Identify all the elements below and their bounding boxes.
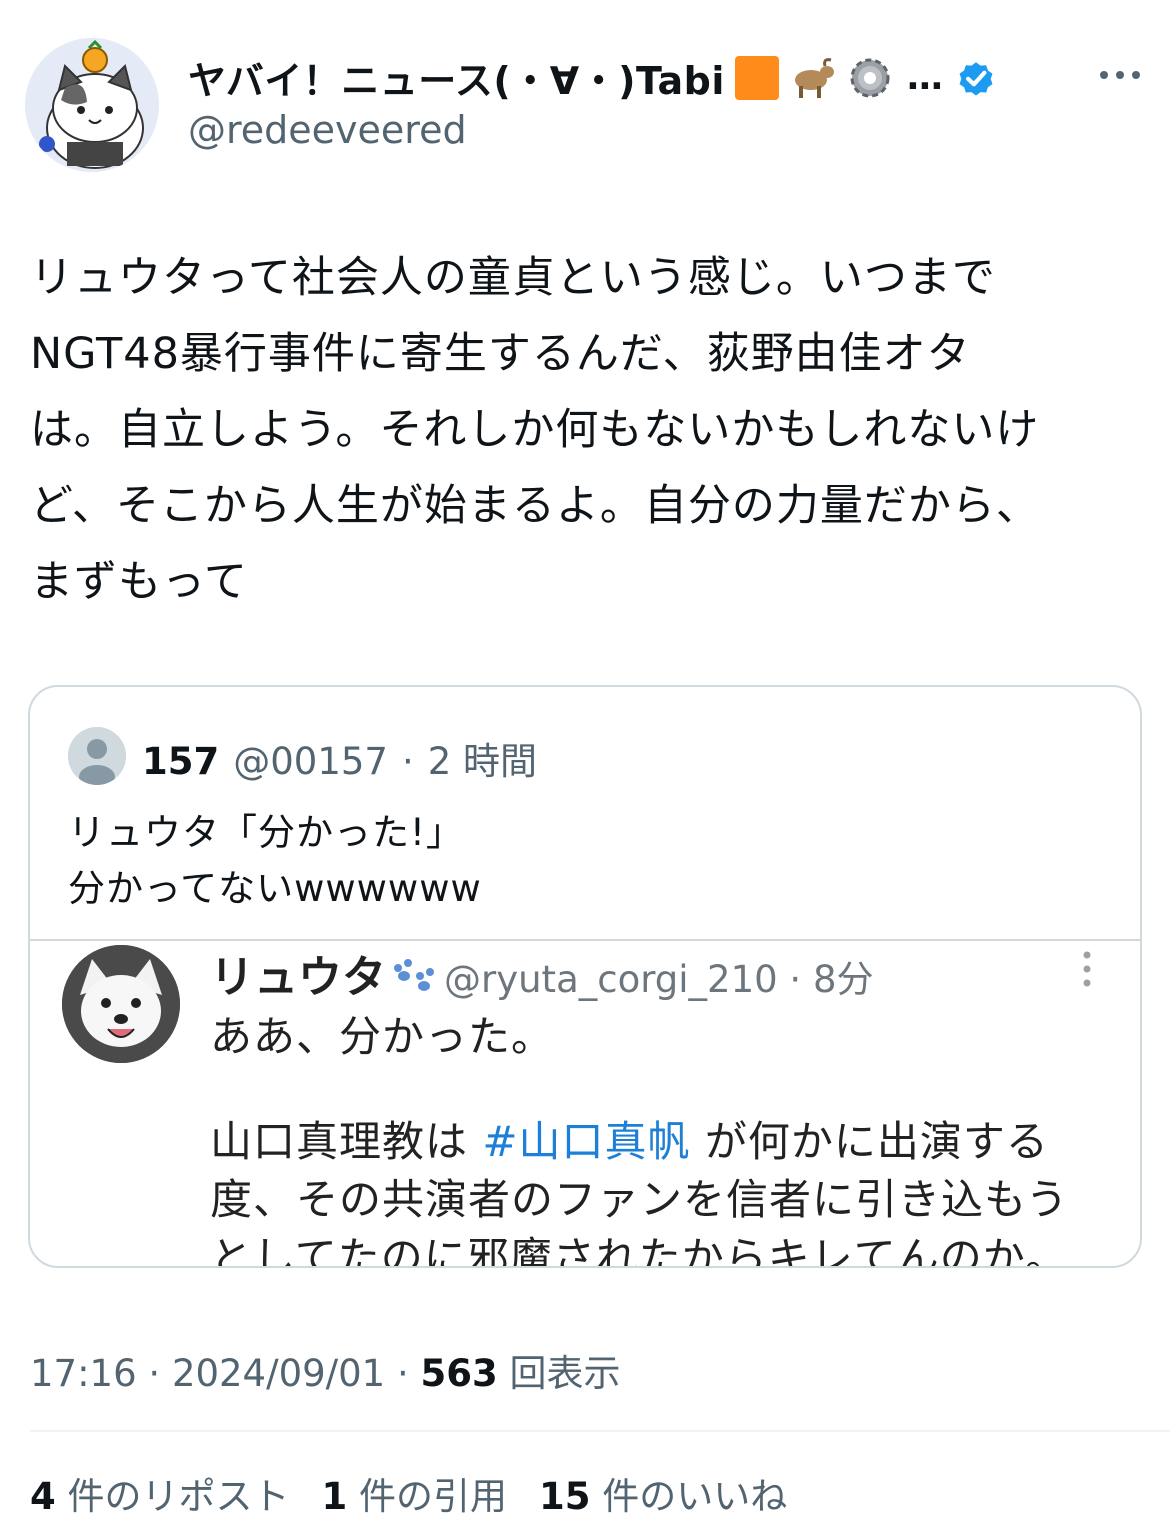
gear-icon — [850, 58, 890, 97]
goat-icon — [794, 57, 834, 98]
embedded-para-line3: としてたのに邪魔されたからキレてんのか。 — [210, 1233, 1068, 1268]
tweet-detail-page: ヤバイ！ニュース(・∀・)Tabi … @redeeveered リュウタって社… — [0, 0, 1170, 1525]
author-display-name[interactable]: ヤバイ！ニュース(・∀・)Tabi — [188, 50, 725, 105]
quoted-author-avatar[interactable] — [68, 727, 126, 785]
likes-label: 件のいいね — [590, 1475, 788, 1518]
likes-stat[interactable]: 15 件のいいね — [539, 1466, 787, 1520]
reposts-stat[interactable]: 4 件のリポスト — [30, 1466, 290, 1520]
name-emoji-group: … — [734, 53, 943, 103]
view-label: 回表示 — [497, 1352, 621, 1395]
divider — [30, 1430, 1170, 1432]
quoted-author-name[interactable]: 157 — [142, 740, 219, 783]
embedded-author-name: リュウタ — [210, 952, 386, 1003]
embedded-para-line1: 山口真理教は #山口真帆 が何かに出演する — [210, 1113, 1069, 1171]
author-handle[interactable]: @redeeveered — [188, 108, 467, 152]
embedded-author-handle: @ryuta_corgi_210 · 8分 — [444, 958, 874, 1001]
paw-icon — [394, 959, 434, 991]
cat-avatar-icon — [25, 38, 159, 172]
orange-square-icon — [734, 55, 779, 100]
reposts-count: 4 — [30, 1475, 56, 1518]
more-options-icon[interactable] — [1090, 60, 1150, 90]
name-truncation: … — [906, 57, 943, 98]
tweet-text: リュウタって社会人の童貞という感じ。いつまで NGT48暴行事件に寄生するんだ、… — [30, 253, 1040, 607]
embedded-more-icon — [1083, 951, 1091, 987]
embedded-para-post: が何かに出演する — [690, 1117, 1049, 1166]
meta-separator: · — [136, 1352, 172, 1395]
quoted-tweet-header: 157 @00157 · 2 時間 — [142, 731, 537, 785]
author-avatar[interactable] — [25, 38, 159, 172]
quoted-author-handle[interactable]: @00157 — [233, 740, 388, 783]
quotes-count: 1 — [321, 1475, 348, 1518]
engagement-stats: 4 件のリポスト 1 件の引用 15 件のいいね — [30, 1466, 787, 1520]
embedded-para-line2: 度、その共演者のファンを信者に引き込もう — [210, 1175, 1069, 1224]
embedded-text-paragraph: 山口真理教は #山口真帆 が何かに出演する 度、その共演者のファンを信者に引き込… — [210, 1113, 1069, 1268]
quoted-tweet-text: リュウタ「分かった!」 分かってないwwwwww — [68, 811, 482, 910]
quoted-tweet-card[interactable]: 157 @00157 · 2 時間 リュウタ「分かった!」 分かってないwwww… — [28, 685, 1142, 1268]
reposts-label: 件のリポスト — [55, 1475, 290, 1518]
quoted-tweet-image[interactable]: リュウタ @ryuta_corgi_210 · 8分 ああ、分かった。 山口真理… — [30, 939, 1140, 1268]
embedded-para-pre: 山口真理教は — [210, 1117, 483, 1166]
embedded-tweet-header: リュウタ @ryuta_corgi_210 · 8分 — [210, 941, 874, 1005]
likes-count: 15 — [539, 1475, 591, 1518]
meta-separator: · — [385, 1352, 421, 1395]
default-user-icon — [68, 727, 126, 785]
tweet-metadata: 17:16 · 2024/09/01 · 563 回表示 — [30, 1343, 621, 1397]
quotes-stat[interactable]: 1 件の引用 — [322, 1466, 508, 1520]
embedded-text-line1: ああ、分かった。 — [210, 1012, 555, 1061]
author-name-row[interactable]: ヤバイ！ニュース(・∀・)Tabi … — [188, 50, 997, 105]
quotes-label: 件の引用 — [347, 1475, 508, 1518]
quoted-separator: · — [401, 740, 414, 783]
quoted-timestamp[interactable]: 2 時間 — [428, 731, 537, 785]
hashtag-link: #山口真帆 — [482, 1117, 691, 1166]
view-count: 563 — [420, 1352, 498, 1395]
embedded-author-avatar — [62, 945, 180, 1063]
verified-badge-icon — [959, 61, 993, 95]
tweet-date[interactable]: 2024/09/01 — [172, 1352, 385, 1395]
tweet-time[interactable]: 17:16 — [30, 1352, 137, 1395]
corgi-avatar-icon — [62, 945, 180, 1063]
